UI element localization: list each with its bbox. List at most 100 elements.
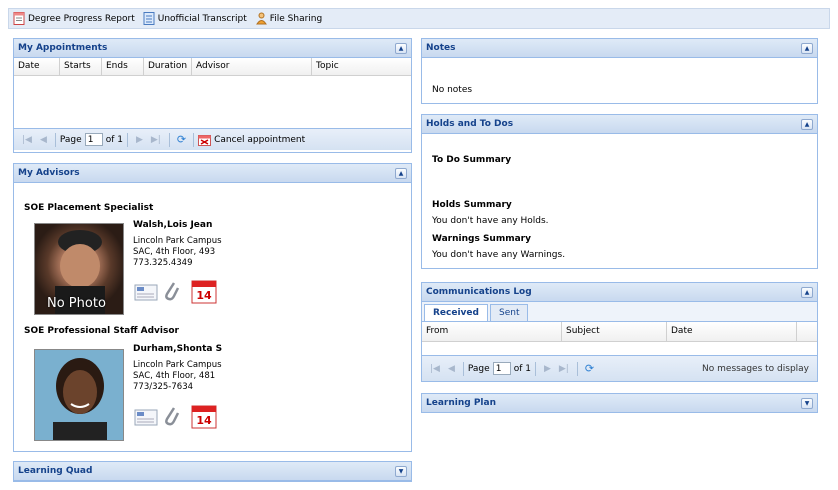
learning-quad-panel: Learning Quad ▼ [13,461,412,482]
notes-panel: Notes ▲ No notes [421,38,818,104]
appointments-pager: |◀ ◀ Page of 1 ▶ ▶| ⟳ Cancel appointment [14,128,411,150]
advisor-category: SOE Placement Specialist [24,203,154,213]
unofficial-transcript-link[interactable]: Unofficial Transcript [143,12,247,25]
report-icon [13,12,25,25]
advisors-title: My Advisors [18,168,80,178]
collapse-up-icon[interactable]: ▲ [395,42,407,54]
column-subject[interactable]: Subject [562,322,667,341]
learning-quad-title: Learning Quad [18,466,93,476]
holds-summary-text: You don't have any Holds. [432,216,549,226]
column-ends[interactable]: Ends [102,58,144,75]
collapse-up-icon[interactable]: ▲ [801,118,813,130]
advisor-campus: Lincoln Park Campus [133,360,222,370]
prev-page-icon[interactable]: ◀ [448,364,455,374]
column-date[interactable]: Date [14,58,60,75]
advisor-phone: 773/325-7634 [133,382,194,392]
column-topic[interactable]: Topic [312,58,411,75]
advisor-phone: 773.325.4349 [133,258,193,268]
notes-body: No notes [432,85,473,95]
page-of-label: of 1 [513,363,531,374]
file-sharing-link[interactable]: File Sharing [255,12,322,25]
holds-title: Holds and To Dos [426,119,514,129]
column-starts[interactable]: Starts [60,58,102,75]
refresh-icon[interactable]: ⟳ [585,362,594,375]
column-date[interactable]: Date [667,322,797,341]
collapse-up-icon[interactable]: ▲ [801,286,813,298]
first-page-icon[interactable]: |◀ [22,135,32,145]
notes-title: Notes [426,43,456,53]
advisor-photo [34,349,124,441]
notes-header: Notes ▲ [422,39,817,58]
prev-page-icon[interactable]: ◀ [40,135,47,145]
file-sharing-icon [255,12,267,25]
advisor-photo: No Photo [34,223,124,315]
holds-header: Holds and To Dos ▲ [422,115,817,134]
advisors-header: My Advisors ▲ [14,164,411,183]
page-number-input[interactable] [492,362,511,375]
calendar-icon[interactable]: 14 [191,403,217,432]
page-number-input[interactable] [84,133,103,146]
next-page-icon[interactable]: ▶ [544,364,551,374]
top-toolbar: Degree Progress Report Unofficial Transc… [8,8,830,29]
advisor-name: Durham,Shonta S [133,344,223,354]
learning-quad-header: Learning Quad ▼ [14,462,411,481]
calendar-icon[interactable]: 14 [191,278,217,307]
degree-progress-report-link[interactable]: Degree Progress Report [13,12,135,25]
comms-tabstrip: Received Sent [422,302,817,322]
cancel-appointment-button[interactable]: Cancel appointment [198,134,305,146]
advisor-address: SAC, 4th Floor, 493 [133,247,216,257]
comms-header: Communications Log ▲ [422,283,817,302]
pager-separator [576,361,578,376]
unofficial-transcript-label: Unofficial Transcript [157,13,247,24]
attachment-icon[interactable] [162,279,180,306]
advisor-category: SOE Professional Staff Advisor [24,326,179,336]
last-page-icon[interactable]: ▶| [559,364,569,374]
column-duration[interactable]: Duration [144,58,192,75]
cancel-calendar-icon [198,134,212,146]
learning-plan-header: Learning Plan ▼ [422,394,817,413]
column-advisor[interactable]: Advisor [192,58,312,75]
appointments-panel: My Appointments ▲ Date Starts Ends Durat… [13,38,412,153]
refresh-icon[interactable]: ⟳ [177,133,186,146]
holds-summary-heading: Holds Summary [432,200,512,210]
expand-down-icon[interactable]: ▼ [801,397,813,409]
attachment-icon[interactable] [162,404,180,431]
appointments-header: My Appointments ▲ [14,39,411,58]
appointments-grid-header: Date Starts Ends Duration Advisor Topic [14,58,411,76]
next-page-icon[interactable]: ▶ [136,135,143,145]
collapse-up-icon[interactable]: ▲ [395,167,407,179]
holds-panel: Holds and To Dos ▲ To Do Summary Holds S… [421,114,818,269]
tab-sent[interactable]: Sent [489,304,529,321]
advisor-name: Walsh,Lois Jean [133,220,213,230]
expand-down-icon[interactable]: ▼ [395,465,407,477]
last-page-icon[interactable]: ▶| [151,135,161,145]
advisors-panel: My Advisors ▲ SOE Placement Specialist N… [13,163,412,452]
comms-title: Communications Log [426,287,532,297]
cancel-appointment-label: Cancel appointment [214,134,306,145]
email-icon[interactable] [134,282,158,305]
column-from[interactable]: From [422,322,562,341]
appointments-title: My Appointments [18,43,108,53]
tab-received[interactable]: Received [424,304,488,321]
pager-separator [462,361,464,376]
page-label: Page [467,363,490,374]
comms-grid-header: From Subject Date [422,322,817,342]
page-label: Page [59,134,82,145]
pager-separator [193,132,195,147]
advisor-address: SAC, 4th Floor, 481 [133,371,216,381]
collapse-up-icon[interactable]: ▲ [801,42,813,54]
email-icon[interactable] [134,407,158,430]
pager-separator [168,132,170,147]
document-icon [143,12,155,25]
calendar-day: 14 [196,414,212,427]
calendar-day: 14 [196,289,212,302]
no-photo-caption: No Photo [47,296,106,311]
page-of-label: of 1 [105,134,123,145]
comms-panel: Communications Log ▲ Received Sent From … [421,282,818,382]
portrait-placeholder-icon [35,350,123,440]
learning-plan-title: Learning Plan [426,398,496,408]
first-page-icon[interactable]: |◀ [430,364,440,374]
degree-progress-report-label: Degree Progress Report [28,13,135,24]
no-messages-text: No messages to display [702,363,809,374]
warnings-summary-heading: Warnings Summary [432,234,531,244]
